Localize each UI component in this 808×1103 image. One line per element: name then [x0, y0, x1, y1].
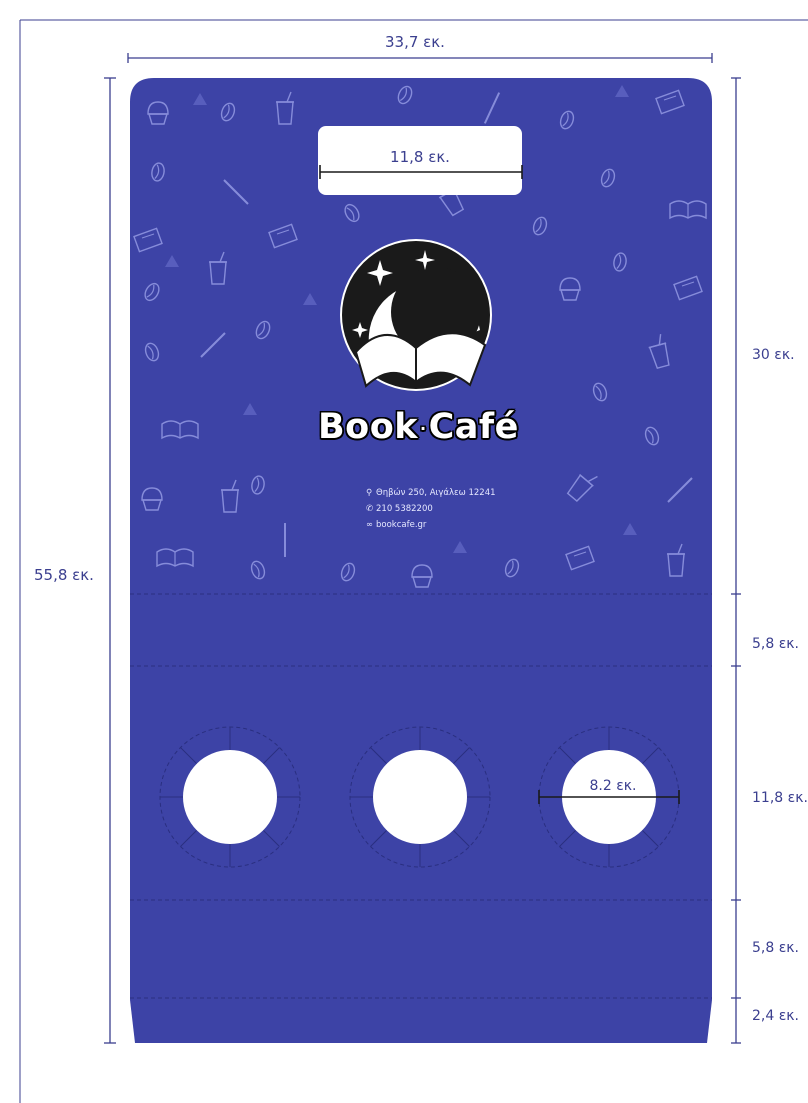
cup-hole-2 [349, 726, 491, 868]
brand-separator: · [420, 418, 427, 438]
contact-website: ∞ bookcafe.gr [366, 520, 426, 530]
brand-name-left: Book [318, 407, 419, 447]
contact-address: ⚲ Θηβών 250, Αιγάλεω 12241 [366, 488, 496, 498]
brand-name: Book ·Café [318, 407, 538, 447]
section-label-3: 11,8 εκ. [752, 790, 808, 806]
website-text: bookcafe.gr [376, 520, 427, 530]
cup-hole-1 [159, 726, 301, 868]
location-pin-icon: ⚲ [366, 488, 373, 498]
section-label-2: 5,8 εκ. [752, 636, 799, 652]
phone-text: 210 5382200 [376, 504, 433, 514]
book-cafe-logo [340, 239, 492, 391]
hole-diameter-label: 8.2 εκ. [589, 778, 637, 794]
address-text: Θηβών 250, Αιγάλεω 12241 [376, 488, 496, 498]
contact-phone: ✆ 210 5382200 [366, 504, 433, 514]
brand-name-right: Café [428, 407, 519, 447]
phone-icon: ✆ [366, 504, 374, 514]
bag-body [130, 78, 712, 1043]
handle-width-label: 11,8 εκ. [390, 148, 450, 166]
link-icon: ∞ [366, 520, 374, 530]
section-label-4: 5,8 εκ. [752, 940, 799, 956]
total-width-label: 33,7 εκ. [385, 33, 445, 51]
total-height-label: 55,8 εκ. [34, 566, 94, 584]
section-label-1: 30 εκ. [752, 347, 795, 363]
section-label-5: 2,4 εκ. [752, 1008, 799, 1024]
